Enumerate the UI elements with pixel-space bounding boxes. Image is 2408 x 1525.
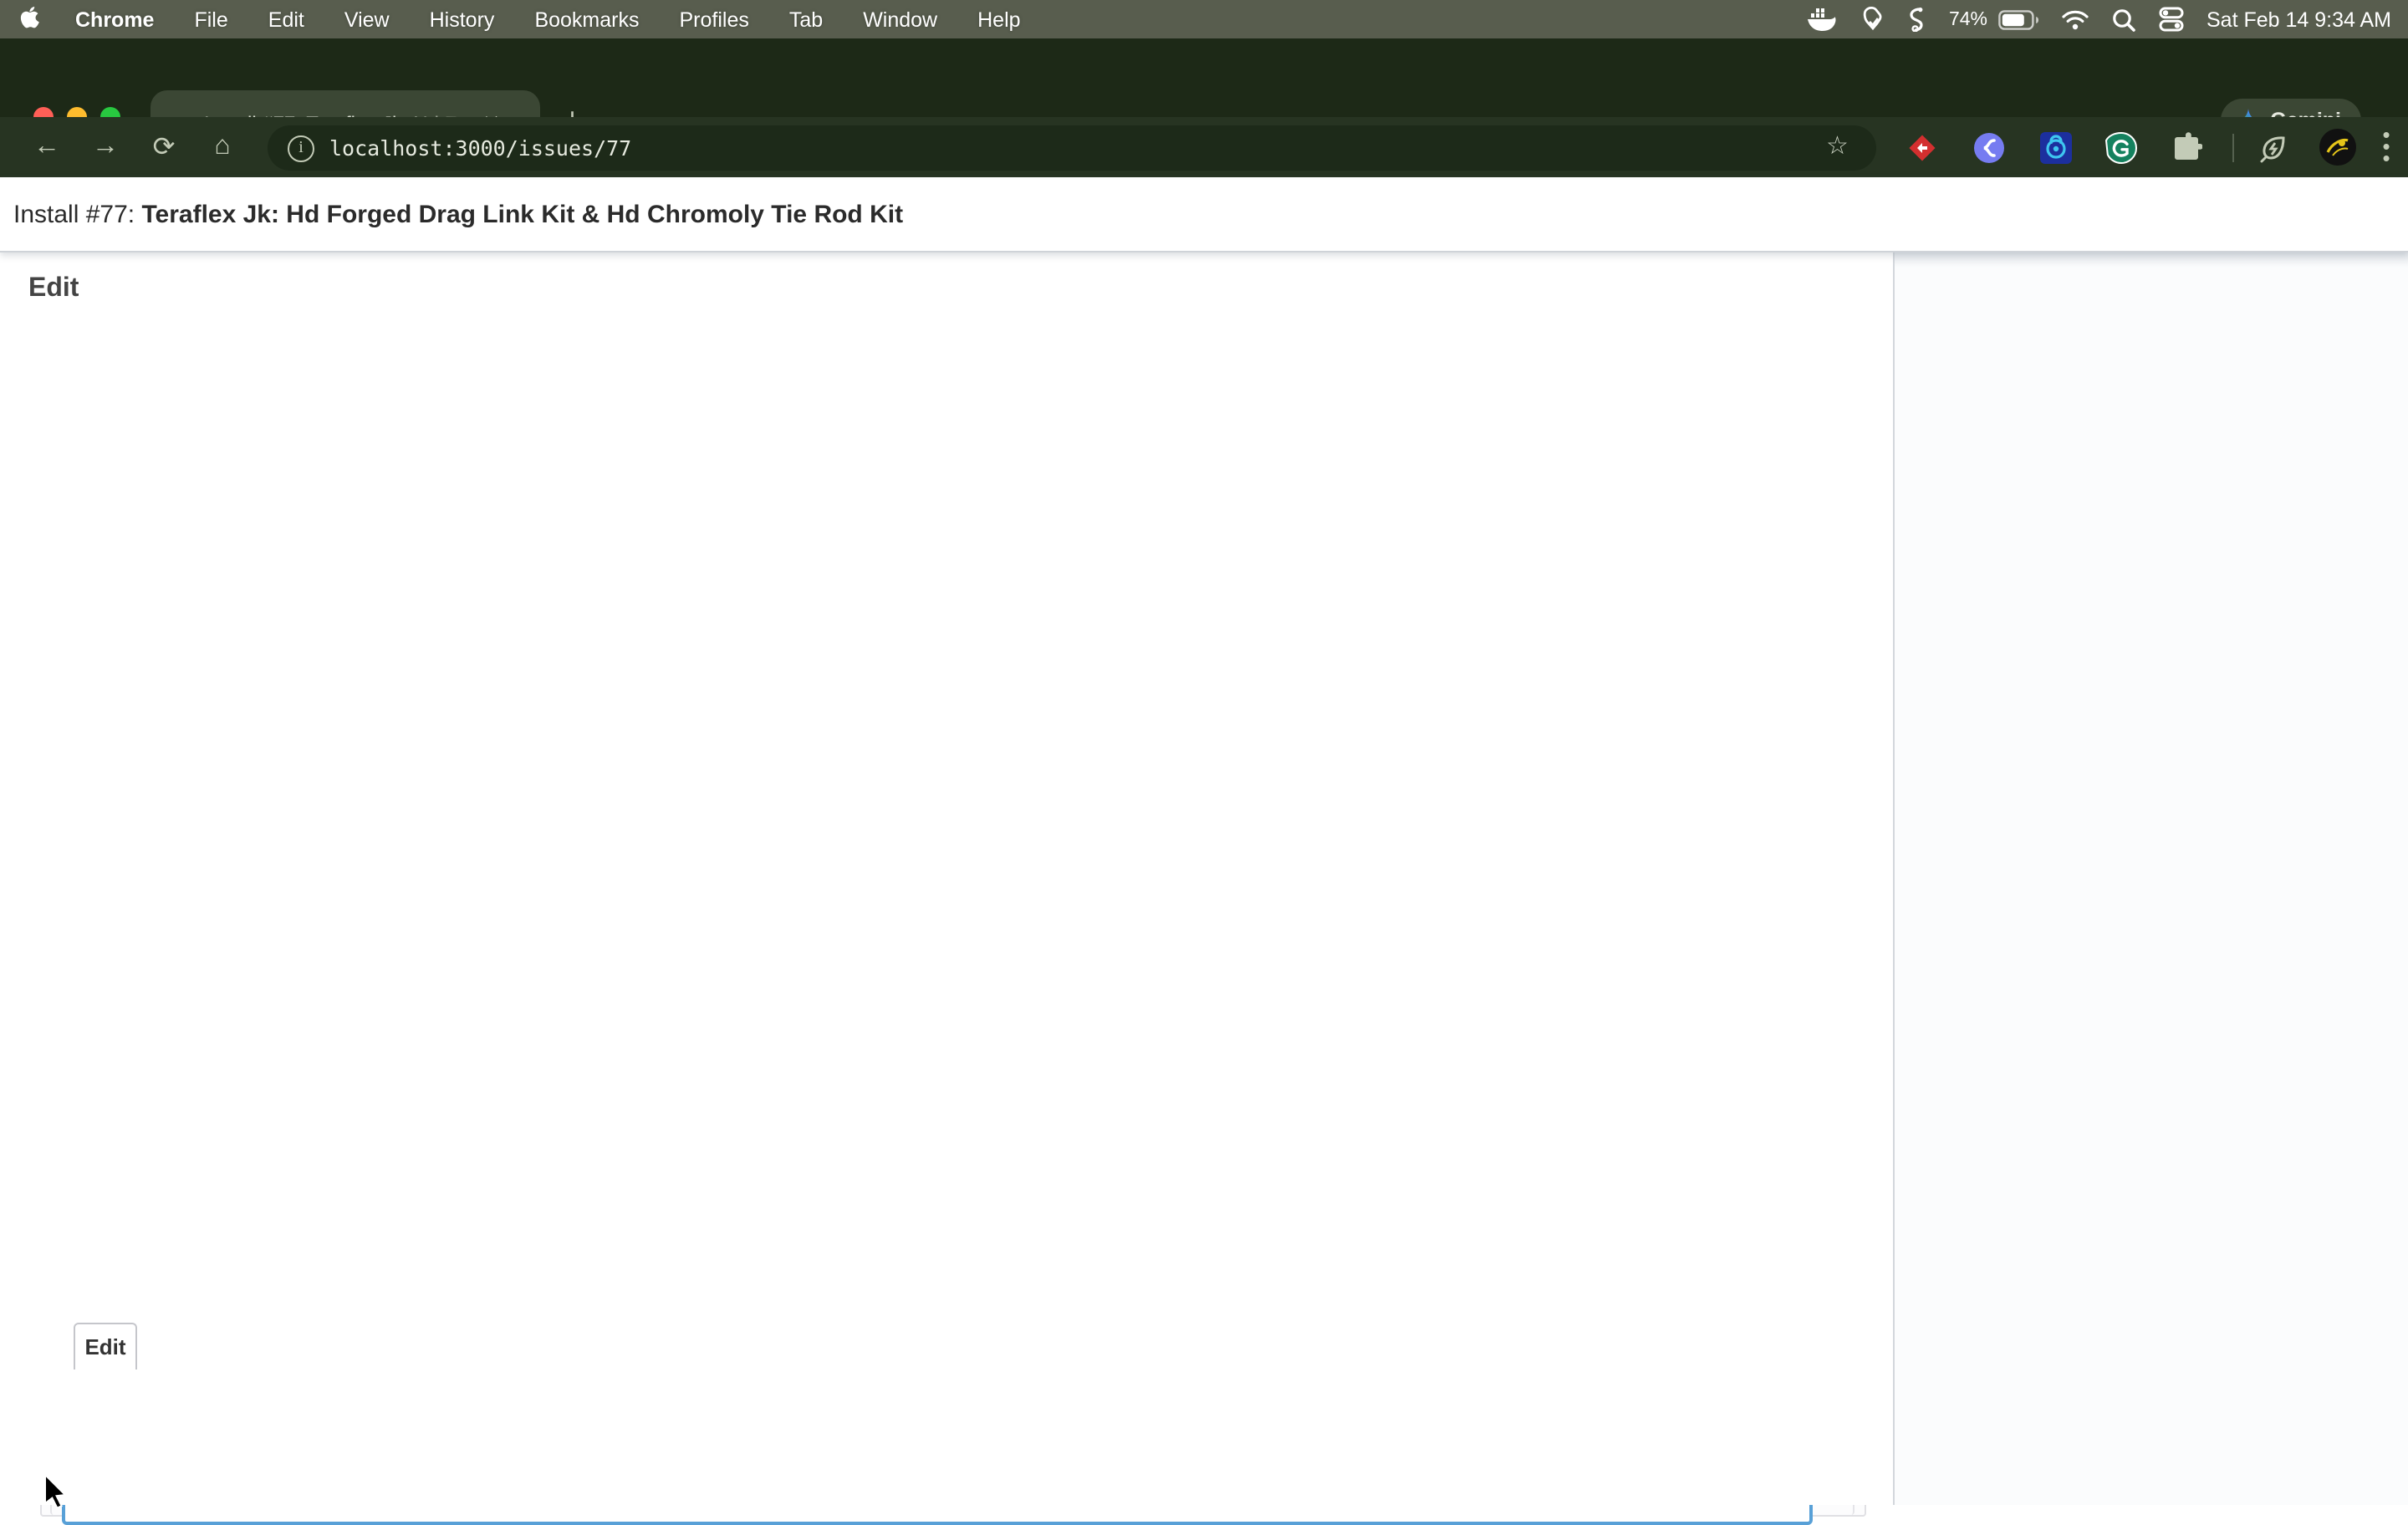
chrome-menu-icon[interactable]: •••	[2381, 129, 2391, 164]
home-icon[interactable]: ⌂	[202, 132, 242, 162]
spotlight-search-icon[interactable]	[2111, 8, 2135, 31]
screen: Chrome File Edit View History Bookmarks …	[0, 0, 2408, 1505]
site-info-icon[interactable]: i	[288, 135, 314, 161]
wifi-icon[interactable]	[2061, 9, 2088, 29]
menubar-item-profiles[interactable]: Profiles	[680, 8, 749, 31]
control-center-icon[interactable]	[2158, 7, 2183, 32]
menubar-app-icon-2[interactable]	[1909, 7, 1926, 32]
bookmark-star-icon[interactable]: ☆	[1826, 130, 1849, 161]
extension-icon-1[interactable]	[1906, 132, 1938, 164]
grammarly-extension-icon[interactable]	[2105, 132, 2137, 164]
menubar-item-chrome[interactable]: Chrome	[75, 8, 154, 31]
extensions-puzzle-icon[interactable]	[2171, 132, 2202, 164]
profile-avatar[interactable]	[2319, 129, 2356, 166]
macos-menubar: Chrome File Edit View History Bookmarks …	[0, 0, 2408, 38]
docker-menubar-icon[interactable]	[1809, 8, 1837, 31]
extension-icon-3[interactable]	[2040, 132, 2072, 164]
url-text[interactable]: localhost:3000/issues/77	[329, 135, 631, 161]
issue-id-prefix: Install #77:	[13, 200, 135, 228]
back-icon[interactable]: ←	[27, 132, 67, 162]
issue-title: Teraflex Jk: Hd Forged Drag Link Kit & H…	[141, 200, 903, 228]
right-pane	[1895, 251, 2408, 1505]
menubar-item-file[interactable]: File	[194, 8, 227, 31]
menubar-item-edit[interactable]: Edit	[268, 8, 304, 31]
extension-icon-2[interactable]	[1973, 132, 2005, 164]
menubar-clock[interactable]: Sat Feb 14 9:34 AM	[2206, 8, 2391, 31]
battery-icon	[1997, 9, 2038, 29]
toolbar-divider	[2232, 134, 2234, 162]
edit-section-title: Edit	[28, 274, 79, 304]
menubar-item-help[interactable]: Help	[977, 8, 1020, 31]
forward-icon[interactable]: →	[85, 132, 125, 162]
notes-tab-edit[interactable]: Edit	[74, 1323, 137, 1369]
reload-icon[interactable]: ⟳	[144, 130, 184, 164]
page-content	[0, 251, 2408, 1505]
menubar-app-icon-1[interactable]	[1860, 7, 1885, 32]
mouse-cursor	[43, 1475, 67, 1508]
issue-sticky-header: Install #77: Teraflex Jk: Hd Forged Drag…	[0, 177, 2408, 252]
menubar-item-window[interactable]: Window	[863, 8, 937, 31]
menubar-item-view[interactable]: View	[344, 8, 390, 31]
performance-leaf-icon[interactable]	[2258, 132, 2289, 164]
menubar-item-bookmarks[interactable]: Bookmarks	[534, 8, 639, 31]
menubar-item-tab[interactable]: Tab	[789, 8, 823, 31]
chrome-tab-strip: Install #77: Teraflex Jk: Hd Fo ✕ + Gemi…	[0, 38, 2408, 117]
omnibox[interactable]: i localhost:3000/issues/77	[268, 125, 1876, 171]
menubar-item-history[interactable]: History	[430, 8, 495, 31]
right-pane-shadow	[1895, 251, 2408, 268]
battery-percent: 74%	[1949, 9, 1987, 29]
apple-menu-icon[interactable]	[20, 7, 42, 32]
